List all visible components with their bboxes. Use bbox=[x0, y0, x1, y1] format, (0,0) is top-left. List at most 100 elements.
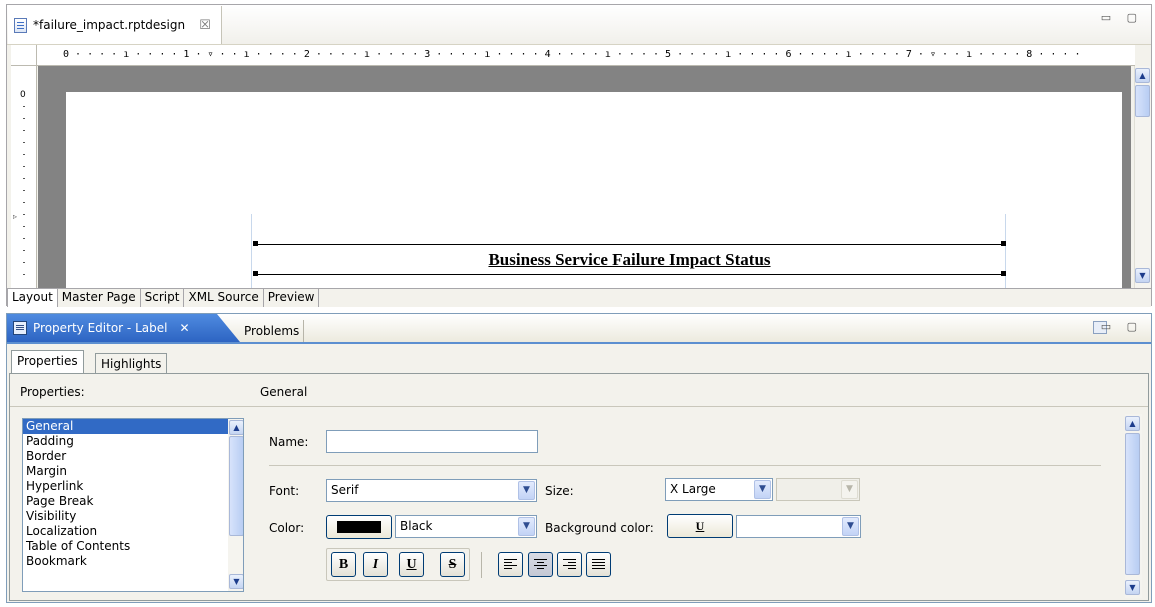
tab-master-page[interactable]: Master Page bbox=[58, 289, 141, 307]
list-item-page-break[interactable]: Page Break bbox=[23, 494, 243, 509]
chevron-down-icon: ▼ bbox=[841, 480, 858, 499]
editor-vertical-scrollbar[interactable]: ▲ ▼ bbox=[1134, 66, 1151, 288]
tab-problems[interactable]: Problems bbox=[240, 320, 305, 342]
general-divider bbox=[269, 465, 1101, 466]
tab-script[interactable]: Script bbox=[141, 289, 185, 307]
resize-handle-tl[interactable] bbox=[253, 241, 258, 246]
list-item-visibility[interactable]: Visibility bbox=[23, 509, 243, 524]
color-swatch bbox=[337, 521, 381, 533]
align-left-icon bbox=[504, 559, 517, 570]
list-item-bookmark[interactable]: Bookmark bbox=[23, 554, 243, 569]
vertical-ruler: 0 ▹ bbox=[11, 66, 37, 288]
align-center-icon bbox=[534, 559, 547, 570]
chevron-down-icon[interactable]: ▼ bbox=[518, 481, 535, 500]
horizontal-ruler: 0 · · · · ı · · · · 1 · ▿ · · ı · · · · … bbox=[37, 45, 1135, 66]
report-page[interactable]: Business Service Failure Impact Status bbox=[66, 92, 1122, 288]
chevron-down-icon[interactable]: ▼ bbox=[754, 480, 771, 499]
list-item-padding[interactable]: Padding bbox=[23, 434, 243, 449]
tab-highlights[interactable]: Highlights bbox=[95, 353, 168, 375]
list-item-general[interactable]: General bbox=[23, 419, 243, 434]
layout-canvas[interactable]: Business Service Failure Impact Status bbox=[38, 66, 1131, 288]
background-color-select[interactable]: ▼ bbox=[736, 515, 861, 538]
size-unit-value bbox=[777, 479, 840, 500]
align-left-button[interactable] bbox=[498, 552, 523, 577]
property-editor-icon bbox=[13, 321, 27, 335]
align-right-button[interactable] bbox=[557, 552, 582, 577]
property-category-list[interactable]: General Padding Border Margin Hyperlink … bbox=[22, 418, 244, 592]
ruler-corner bbox=[11, 45, 37, 66]
tab-xml-source[interactable]: XML Source bbox=[184, 289, 264, 307]
scrollbar-thumb[interactable] bbox=[1135, 85, 1150, 117]
tab-properties[interactable]: Properties bbox=[11, 350, 84, 374]
chevron-down-icon[interactable]: ▼ bbox=[518, 517, 535, 536]
horizontal-ruler-marks: 0 · · · · ı · · · · 1 · ▿ · · ı · · · · … bbox=[63, 49, 1081, 60]
scroll-up-icon[interactable]: ▲ bbox=[1135, 68, 1150, 83]
underline-button[interactable]: U bbox=[399, 552, 424, 577]
font-select[interactable]: Serif ▼ bbox=[326, 479, 537, 502]
background-color-value bbox=[737, 516, 841, 537]
color-picker-button[interactable] bbox=[326, 515, 392, 539]
report-title-text: Business Service Failure Impact Status bbox=[488, 249, 771, 269]
size-label: Size: bbox=[545, 484, 574, 498]
scroll-down-icon[interactable]: ▼ bbox=[1125, 580, 1140, 595]
chevron-down-icon[interactable]: ▼ bbox=[842, 517, 859, 536]
header-divider bbox=[10, 406, 1148, 407]
editor-tab-bar: *failure_impact.rptdesign ☒ ▭ ▢ bbox=[7, 5, 1151, 45]
font-label: Font: bbox=[269, 484, 300, 498]
tab-layout[interactable]: Layout bbox=[7, 289, 58, 307]
align-center-button[interactable] bbox=[528, 552, 553, 577]
resize-handle-tr[interactable] bbox=[1001, 241, 1006, 246]
list-item-localization[interactable]: Localization bbox=[23, 524, 243, 539]
editor-bottom-tabs: Layout Master Page Script XML Source Pre… bbox=[7, 288, 1151, 307]
list-item-hyperlink[interactable]: Hyperlink bbox=[23, 479, 243, 494]
grid-guide-left bbox=[251, 214, 252, 288]
italic-button[interactable]: I bbox=[363, 552, 388, 577]
report-design-icon bbox=[14, 17, 27, 33]
align-justify-icon bbox=[592, 559, 605, 570]
color-label: Color: bbox=[269, 521, 305, 535]
tab-preview[interactable]: Preview bbox=[264, 289, 320, 307]
size-select[interactable]: X Large ▼ bbox=[665, 478, 773, 501]
scroll-down-icon[interactable]: ▼ bbox=[229, 574, 243, 589]
bold-button[interactable]: B bbox=[331, 552, 356, 577]
section-title: General bbox=[260, 385, 308, 399]
color-select[interactable]: Black ▼ bbox=[395, 515, 537, 538]
grid-guide-right bbox=[1005, 214, 1006, 288]
resize-handle-bl[interactable] bbox=[253, 271, 258, 276]
editor-tab-title: *failure_impact.rptdesign bbox=[33, 18, 186, 32]
name-field[interactable] bbox=[326, 430, 538, 453]
tab-property-editor[interactable]: Property Editor - Label ✕ bbox=[7, 314, 240, 342]
margin-marker-icon: ▹ bbox=[13, 212, 18, 221]
resize-handle-br[interactable] bbox=[1001, 271, 1006, 276]
scroll-down-icon[interactable]: ▼ bbox=[1135, 268, 1150, 283]
size-select-value: X Large bbox=[670, 482, 716, 496]
report-title-label[interactable]: Business Service Failure Impact Status bbox=[256, 244, 1003, 275]
close-icon[interactable]: ✕ bbox=[179, 321, 189, 335]
properties-vertical-scrollbar[interactable]: ▲ ▼ bbox=[1125, 414, 1142, 598]
name-label: Name: bbox=[269, 435, 309, 449]
font-select-value: Serif bbox=[331, 483, 359, 497]
property-tab-bar: Property Editor - Label ✕ Problems ▭ ▢ bbox=[7, 314, 1151, 344]
list-item-table-of-contents[interactable]: Table of Contents bbox=[23, 539, 243, 554]
list-item-border[interactable]: Border bbox=[23, 449, 243, 464]
align-justify-button[interactable] bbox=[586, 552, 611, 577]
category-list-scrollbar[interactable]: ▲ ▼ bbox=[228, 419, 243, 591]
report-editor-pane: *failure_impact.rptdesign ☒ ▭ ▢ 0 · · · … bbox=[6, 4, 1152, 307]
color-select-value: Black bbox=[400, 519, 433, 533]
toolbar-separator bbox=[481, 552, 482, 578]
editor-tab-failure-impact[interactable]: *failure_impact.rptdesign ☒ bbox=[8, 6, 222, 44]
scroll-up-icon[interactable]: ▲ bbox=[1125, 416, 1140, 431]
background-color-label: Background color: bbox=[545, 521, 654, 535]
property-editor-title: Property Editor - Label bbox=[33, 321, 168, 335]
background-color-picker-button[interactable]: U bbox=[667, 514, 733, 538]
vertical-ruler-zero: 0 bbox=[20, 90, 26, 100]
window-controls[interactable]: ▭ ▢ bbox=[1101, 320, 1143, 333]
close-icon[interactable]: ☒ bbox=[199, 18, 211, 33]
properties-heading: Properties: bbox=[20, 385, 85, 399]
scrollbar-thumb[interactable] bbox=[1125, 433, 1140, 575]
strikethrough-button[interactable]: S bbox=[440, 552, 465, 577]
window-controls[interactable]: ▭ ▢ bbox=[1101, 11, 1143, 24]
scrollbar-thumb[interactable] bbox=[229, 436, 243, 536]
scroll-up-icon[interactable]: ▲ bbox=[229, 420, 243, 435]
list-item-margin[interactable]: Margin bbox=[23, 464, 243, 479]
